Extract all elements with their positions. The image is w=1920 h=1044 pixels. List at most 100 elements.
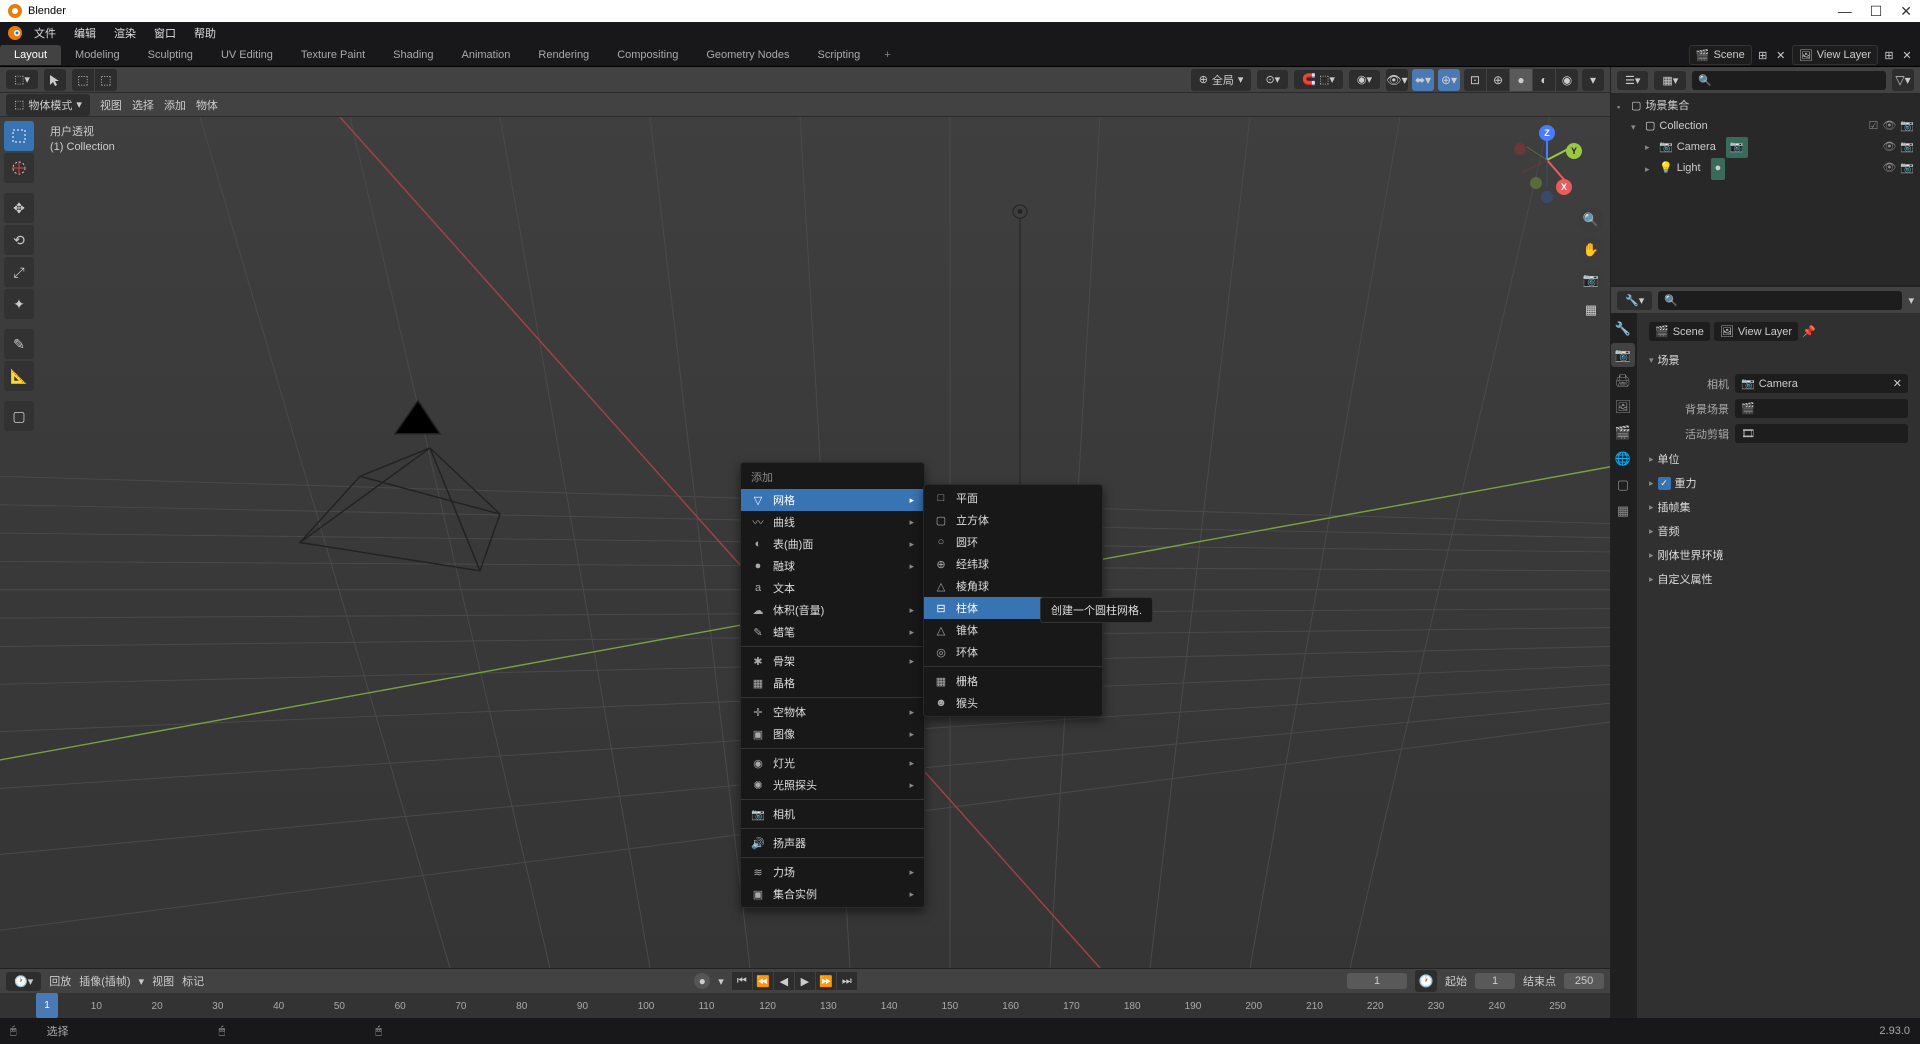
editor-type-selector[interactable]: ⬚▾ [6,70,38,89]
gizmo-neg-x[interactable] [1514,143,1526,155]
add-menu-item[interactable]: 〰曲线▸ [741,511,924,533]
add-menu-item[interactable]: ◉灯光▸ [741,752,924,774]
orientation-selector[interactable]: ⊕ 全局 ▾ [1191,69,1252,91]
tool-select-box[interactable] [4,121,34,151]
mesh-menu-item[interactable]: ▦栅格 [924,670,1102,692]
menu-edit[interactable]: 编辑 [66,23,104,43]
outliner-display[interactable]: ▦▾ [1654,71,1686,90]
add-menu-item[interactable]: ≋力场▸ [741,861,924,883]
props-viewlayer-link[interactable]: 🖼 View Layer [1714,322,1798,341]
menu-file[interactable]: 文件 [26,23,64,43]
blender-icon[interactable] [6,24,24,42]
ptab-scene[interactable]: 🎬 [1611,421,1635,445]
scene-new-button[interactable]: ⊞ [1756,48,1770,62]
add-menu-item[interactable]: ◐表(曲)面▸ [741,533,924,555]
props-scene-link[interactable]: 🎬 Scene [1649,322,1710,341]
add-menu-item[interactable]: ✱骨架▸ [741,650,924,672]
navigation-gizmo[interactable]: Z Y X [1512,125,1582,195]
minimize-button[interactable]: — [1838,3,1852,20]
nav-perspective[interactable]: ▦ [1578,297,1604,323]
close-button[interactable]: ✕ [1900,3,1912,20]
gizmo-y-axis[interactable]: Y [1566,143,1582,159]
ptab-output[interactable]: 🖨 [1611,369,1635,393]
tl-play[interactable]: ▶ [795,972,815,990]
gizmo-neg-z[interactable] [1541,191,1553,203]
outliner-search[interactable]: 🔍 [1692,71,1886,90]
mesh-menu-item[interactable]: ○圆环 [924,531,1102,553]
select-mode-1[interactable]: ⬚ [72,69,94,91]
outliner-light[interactable]: ▸ 💡 Light ● 👁📷 [1617,158,1914,180]
tl-start-frame[interactable]: 1 [1475,973,1515,989]
props-audio[interactable]: ▸音频 [1645,520,1912,542]
gizmo-toggle[interactable]: ⬌▾ [1412,69,1434,91]
props-gravity[interactable]: ▸✓重力 [1645,472,1912,494]
timeline-ruler[interactable]: 1 10203040506070809010011012013014015016… [0,993,1610,1018]
scene-delete-button[interactable]: ✕ [1774,48,1788,62]
add-workspace-button[interactable]: + [874,45,900,65]
ptab-world[interactable]: 🌐 [1611,447,1635,471]
shading-wireframe[interactable]: ⊕ [1487,69,1509,91]
ptab-viewlayer[interactable]: 🖼 [1611,395,1635,419]
tl-end-frame[interactable]: 250 [1564,973,1604,989]
tool-add-cube[interactable]: ▢ [4,401,34,431]
tab-texturepaint[interactable]: Texture Paint [287,45,379,65]
timeline-playhead[interactable]: 1 [36,993,58,1018]
nav-camera[interactable]: 📷 [1578,267,1604,293]
tab-uvediting[interactable]: UV Editing [207,45,287,65]
ptab-tool[interactable]: 🔧 [1611,317,1635,341]
tool-scale[interactable]: ⤢ [4,257,34,287]
add-menu-item[interactable]: ▣集合实例▸ [741,883,924,905]
proportional-edit[interactable]: ◉▾ [1349,70,1380,89]
ptab-texture[interactable]: ▦ [1611,499,1635,523]
tab-sculpting[interactable]: Sculpting [134,45,207,65]
xray-toggle[interactable]: ⊡ [1464,69,1486,91]
tool-cursor-button[interactable] [44,69,66,91]
tool-annotate[interactable]: ✎ [4,329,34,359]
vp-menu-object[interactable]: 物体 [196,97,218,113]
props-keyingset[interactable]: ▸插帧集 [1645,496,1912,518]
add-menu-item[interactable]: ✺光照探头▸ [741,774,924,796]
nav-pan[interactable]: ✋ [1578,237,1604,263]
scene-selector[interactable]: 🎬 Scene [1689,45,1752,65]
tool-cursor[interactable] [4,153,34,183]
visibility-toggle[interactable]: 👁▾ [1386,69,1408,91]
props-camera-field[interactable]: 📷 Camera ✕ [1735,374,1908,393]
tl-jump-prev-key[interactable]: ⏪ [753,972,773,990]
nav-zoom[interactable]: 🔍 [1578,207,1604,233]
outliner-camera[interactable]: ▸ 📷 Camera 📷 👁📷 [1617,137,1914,159]
tab-layout[interactable]: Layout [0,45,61,65]
tab-scripting[interactable]: Scripting [803,45,874,65]
outliner-scene-collection[interactable]: ▪ ▢ 场景集合 [1617,97,1914,117]
3d-viewport[interactable]: ✥ ⟲ ⤢ ✦ ✎ 📐 ▢ 用户透视 (1) Collection [0,117,1610,968]
mode-selector[interactable]: ⬚ 物体模式 ▾ [6,94,90,116]
snap-selector[interactable]: 🧲 ⬚▾ [1294,70,1343,89]
props-search[interactable]: 🔍 [1658,291,1902,310]
tool-measure[interactable]: 📐 [4,361,34,391]
tl-keying[interactable]: 插像(插帧) [79,973,130,989]
mesh-menu-item[interactable]: ◎环体 [924,641,1102,663]
tl-jump-next-key[interactable]: ⏩ [816,972,836,990]
tl-jump-end[interactable]: ⏭ [837,972,857,990]
add-menu-item[interactable]: ✛空物体▸ [741,701,924,723]
tab-shading[interactable]: Shading [379,45,447,65]
props-options[interactable]: ▾ [1908,294,1914,307]
gizmo-x-axis[interactable]: X [1556,179,1572,195]
timeline-editor-selector[interactable]: 🕐▾ [6,972,41,991]
mesh-menu-item[interactable]: ⊕经纬球 [924,553,1102,575]
tl-clock-icon[interactable]: 🕐 [1415,970,1437,992]
outliner-mode[interactable]: ☰▾ [1617,71,1648,90]
tab-animation[interactable]: Animation [448,45,525,65]
props-clip-field[interactable]: 🎞 [1735,424,1908,443]
mesh-menu-item[interactable]: ▢立方体 [924,509,1102,531]
tl-current-frame[interactable]: 1 [1347,973,1407,989]
gizmo-z-axis[interactable]: Z [1539,125,1555,141]
vp-menu-add[interactable]: 添加 [164,97,186,113]
vp-menu-select[interactable]: 选择 [132,97,154,113]
tl-jump-start[interactable]: ⏮ [732,972,752,990]
shading-matprev[interactable]: ◐ [1533,69,1555,91]
props-scene-section[interactable]: ▾场景 [1645,349,1912,371]
mesh-menu-item[interactable]: ☻猴头 [924,692,1102,714]
shading-options[interactable]: ▾ [1582,69,1604,91]
add-menu-item[interactable]: ▽网格▸ [741,489,924,511]
tl-playback[interactable]: 回放 [49,973,71,989]
